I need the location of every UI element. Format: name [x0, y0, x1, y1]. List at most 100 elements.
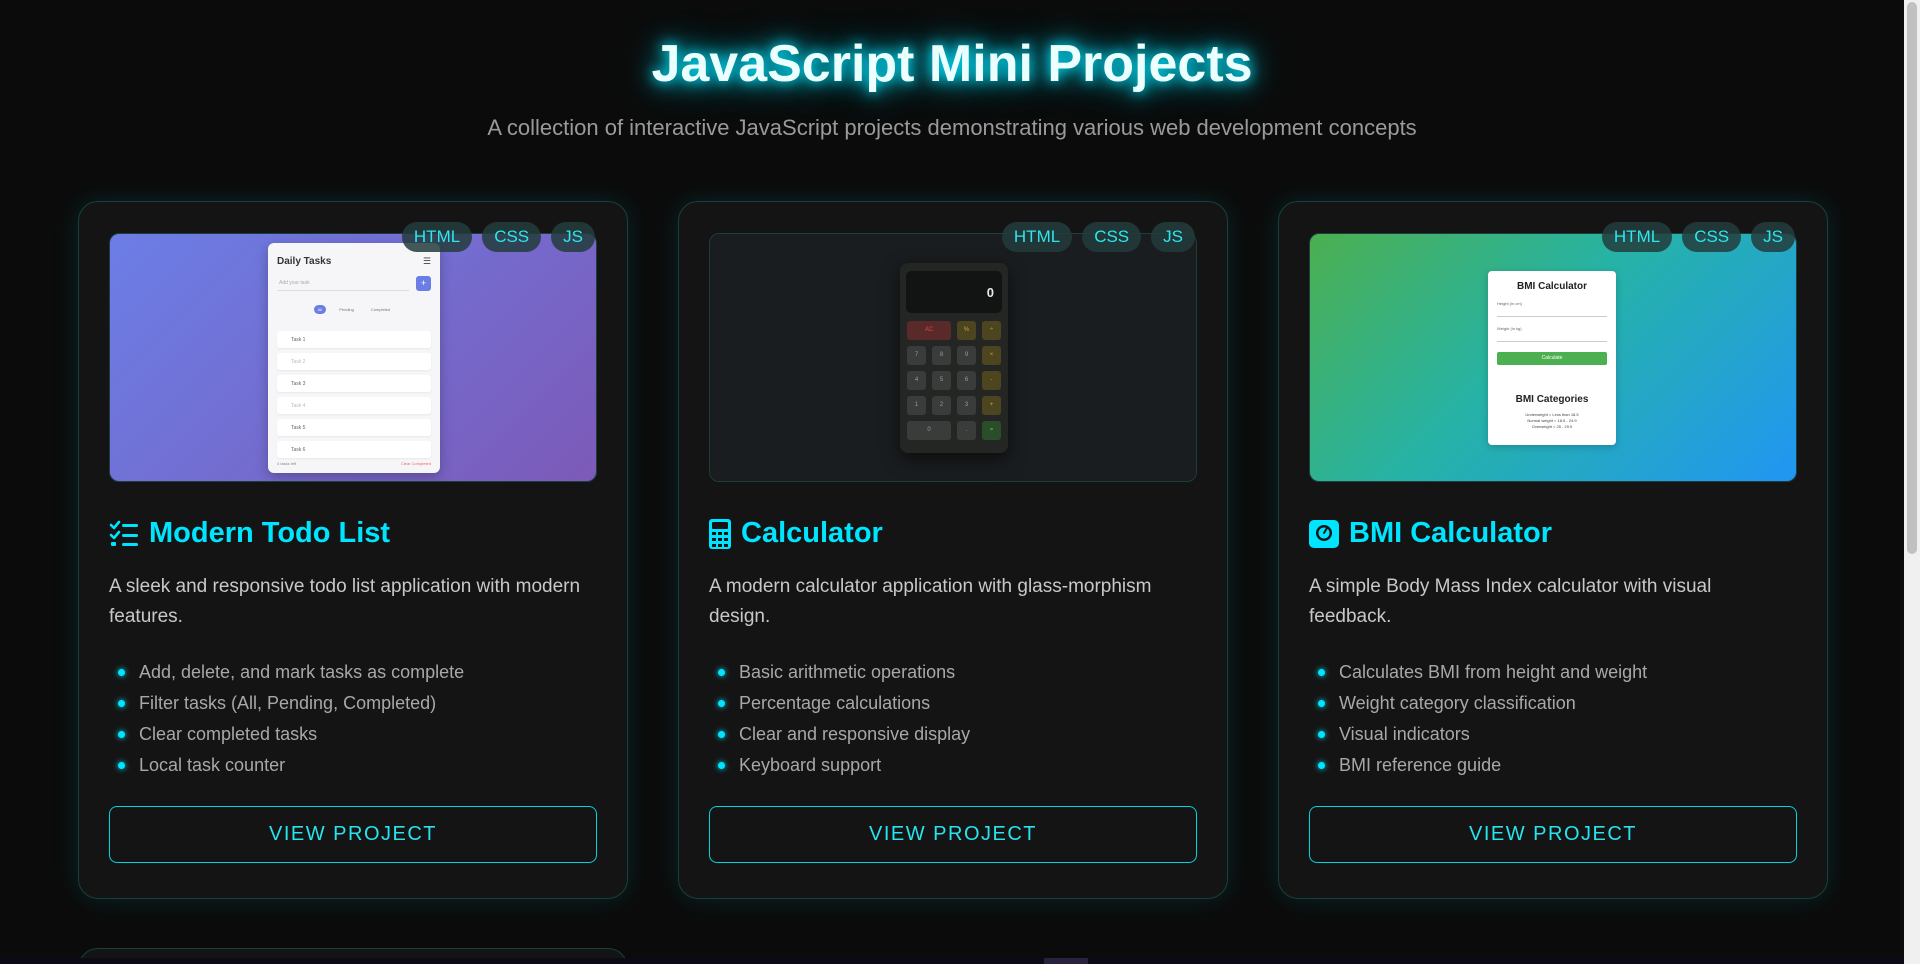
bmi-preview-button: Calculate: [1497, 352, 1607, 365]
card-description: A simple Body Mass Index calculator with…: [1309, 576, 1712, 627]
todo-preview-filter: All: [313, 305, 327, 314]
tag-js: JS: [1151, 222, 1195, 252]
bmi-preview-field: [1497, 333, 1607, 342]
calc-key: 6: [957, 371, 976, 390]
calculator-icon: [709, 518, 731, 549]
tech-tags: HTML CSS JS: [401, 222, 595, 252]
card-title-text: BMI Calculator: [1349, 517, 1553, 549]
calc-key: 2: [932, 396, 951, 415]
list-item: Task 6: [277, 441, 431, 458]
calc-key: 0: [907, 421, 951, 440]
bottom-mark: [1044, 958, 1088, 964]
list-item: Task 5: [277, 419, 431, 436]
todo-preview-footer: 4 tasks left Clear Completed: [277, 461, 431, 466]
calc-key: 5: [932, 371, 951, 390]
todo-preview-count: 4 tasks left: [277, 461, 297, 466]
calc-key: -: [982, 371, 1001, 390]
calculator-preview-body: 0 AC % ÷ 7 8 9 × 4 5 6 - 1 2 3 + 0 . =: [900, 263, 1008, 453]
project-card-todo: HTML CSS JS Daily Tasks ☰ Add your task …: [78, 201, 628, 899]
weight-scale-icon: [1309, 519, 1339, 548]
list-icon: ☰: [422, 256, 431, 266]
card-description: A modern calculator application with gla…: [709, 576, 1152, 627]
tech-tags: HTML CSS JS: [1601, 222, 1795, 252]
list-item: Basic arithmetic operations: [709, 657, 970, 688]
list-item: Clear completed tasks: [109, 719, 464, 750]
tag-html: HTML: [401, 222, 473, 252]
view-project-button[interactable]: VIEW PROJECT: [709, 806, 1197, 863]
card-title-text: Modern Todo List: [149, 517, 391, 549]
card-title: Modern Todo List: [109, 517, 390, 550]
list-item: Overweight = 25 - 29.9: [1531, 424, 1573, 429]
calc-key: 9: [957, 346, 976, 365]
list-item: Task 4: [277, 397, 431, 414]
feature-list: Basic arithmetic operations Percentage c…: [709, 657, 970, 781]
list-check-icon: [109, 520, 138, 546]
list-item: Keyboard support: [709, 750, 970, 781]
calc-key: 4: [907, 371, 926, 390]
calc-key: 3: [957, 396, 976, 415]
list-item: Percentage calculations: [709, 688, 970, 719]
calculator-preview-screen: 0: [906, 271, 1002, 313]
todo-preview-app: Daily Tasks ☰ Add your task + All Pendin…: [268, 243, 440, 473]
page-subtitle: A collection of interactive JavaScript p…: [487, 115, 1417, 140]
todo-preview-add: +: [416, 276, 431, 291]
tag-html: HTML: [1601, 222, 1673, 252]
scrollbar[interactable]: [1904, 0, 1920, 964]
feature-list: Calculates BMI from height and weight We…: [1309, 657, 1647, 781]
calc-key: 1: [907, 396, 926, 415]
page: JavaScript Mini Projects A collection of…: [0, 0, 1920, 964]
list-item: Filter tasks (All, Pending, Completed): [109, 688, 464, 719]
calc-key: =: [982, 421, 1001, 440]
list-item: Add, delete, and mark tasks as complete: [109, 657, 464, 688]
tag-css: CSS: [482, 222, 542, 252]
list-item: BMI reference guide: [1309, 750, 1647, 781]
calc-key: +: [982, 396, 1001, 415]
bmi-preview-label: Weight (in kg): [1497, 326, 1522, 331]
list-item: Weight category classification: [1309, 688, 1647, 719]
calc-key: .: [957, 421, 976, 440]
bmi-preview-categories: Underweight = Less than 18.5 Normal weig…: [1488, 412, 1616, 430]
card-title: Calculator: [709, 517, 883, 550]
bmi-preview-heading: BMI Calculator: [1516, 281, 1587, 292]
list-item: Clear and responsive display: [709, 719, 970, 750]
tag-css: CSS: [1082, 222, 1142, 252]
list-item: Local task counter: [109, 750, 464, 781]
calculator-preview-keys: AC % ÷ 7 8 9 × 4 5 6 - 1 2 3 + 0 . =: [907, 321, 1001, 440]
todo-preview-filters: All Pending Completed: [268, 305, 440, 314]
todo-preview-heading: Daily Tasks: [277, 256, 332, 267]
calc-key: 8: [932, 346, 951, 365]
tag-html: HTML: [1001, 222, 1073, 252]
bottom-strip: [0, 958, 1904, 964]
view-project-button[interactable]: VIEW PROJECT: [109, 806, 597, 863]
bmi-preview-label: Height (in cm): [1497, 301, 1522, 306]
feature-list: Add, delete, and mark tasks as complete …: [109, 657, 464, 781]
calc-key: 7: [907, 346, 926, 365]
todo-preview-filter: Pending: [339, 307, 354, 312]
bmi-preview-categories-heading: BMI Categories: [1515, 394, 1589, 405]
list-item: Task 3: [277, 375, 431, 392]
scrollbar-thumb[interactable]: [1907, 2, 1917, 554]
todo-preview-clear: Clear Completed: [400, 461, 431, 466]
calc-key: ÷: [982, 321, 1001, 340]
calc-key: AC: [907, 321, 951, 340]
calc-key: ×: [982, 346, 1001, 365]
project-card-bmi: HTML CSS JS BMI Calculator Height (in cm…: [1278, 201, 1828, 899]
todo-preview-input: Add your task: [277, 276, 409, 291]
bmi-preview-image: BMI Calculator Height (in cm) Weight (in…: [1309, 233, 1797, 482]
todo-preview-filter: Completed: [370, 307, 391, 312]
page-title: JavaScript Mini Projects: [651, 35, 1253, 93]
calc-key: %: [957, 321, 976, 340]
todo-preview-image: Daily Tasks ☰ Add your task + All Pendin…: [109, 233, 597, 482]
calculator-preview-display: 0: [986, 285, 994, 300]
bmi-preview-field: [1497, 308, 1607, 317]
tag-js: JS: [1751, 222, 1795, 252]
tag-js: JS: [551, 222, 595, 252]
list-item: Visual indicators: [1309, 719, 1647, 750]
card-title: BMI Calculator: [1309, 517, 1552, 550]
view-project-button[interactable]: VIEW PROJECT: [1309, 806, 1797, 863]
list-item: Calculates BMI from height and weight: [1309, 657, 1647, 688]
project-card-calculator: HTML CSS JS 0 AC % ÷ 7 8 9 × 4 5 6 - 1 2…: [678, 201, 1228, 899]
tag-css: CSS: [1682, 222, 1742, 252]
card-description: A sleek and responsive todo list applica…: [109, 576, 581, 627]
card-title-text: Calculator: [741, 517, 883, 549]
